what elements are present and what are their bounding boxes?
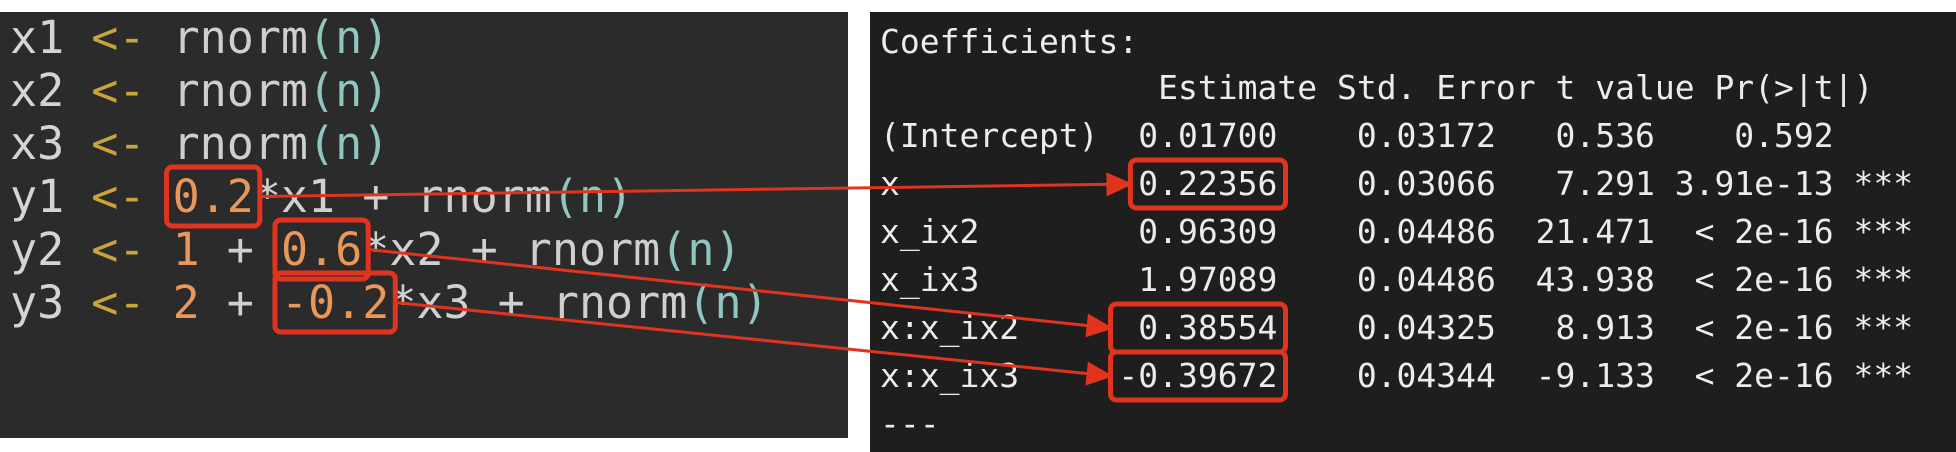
coefficients-header: Estimate Std. Error t value Pr(>|t|) [880,68,1953,107]
assign-operator: <- [64,64,173,117]
code-variable: x1 [10,12,65,64]
paren-open: ( [687,276,715,329]
code-line-y2: y2 <- 1 + 0.6*x2 + rnorm(n) [10,224,742,276]
regression-output-panel: Coefficients: Estimate Std. Error t valu… [870,12,1956,452]
paren-open: ( [660,223,688,276]
function-name: rnorm [551,276,688,329]
signif-separator: --- [880,404,940,443]
coefficients-title: Coefficients: [880,22,1139,61]
code-line-x1: x1 <- rnorm(n) [10,12,389,64]
paren-open: ( [551,170,579,223]
paren-close: ) [606,170,634,223]
function-name: rnorm [172,12,309,64]
paren-open: ( [308,64,336,117]
paren-close: ) [714,223,742,276]
coefficient-literal: 0.6 [280,223,363,276]
code-variable: y3 [10,276,65,329]
assign-operator: <- [64,170,173,223]
code-expression: *x1 + [253,170,417,223]
r-code-panel: x1 <- rnorm(n) x2 <- rnorm(n) x3 <- rnor… [0,12,848,438]
plus-operator: + [199,276,281,329]
coef-row-intercept: (Intercept) 0.01700 0.03172 0.536 0.592 [880,116,1914,155]
coef-row-x-x-ix3: x:x_ix3 -0.39672 0.04344 -9.133 < 2e-16 … [880,356,1914,395]
function-arg: n [578,170,607,223]
assign-operator: <- [64,12,173,64]
paren-open: ( [308,12,336,64]
function-arg: n [687,223,715,276]
coef-row-x-x-ix2: x:x_ix2 0.38554 0.04325 8.913 < 2e-16 **… [880,308,1914,347]
code-line-x3: x3 <- rnorm(n) [10,118,389,170]
code-variable: y1 [10,170,65,223]
paren-close: ) [362,12,390,64]
plus-operator: + [199,223,281,276]
function-arg: n [335,12,363,64]
function-name: rnorm [416,170,552,223]
paren-close: ) [362,117,390,170]
coef-row-x-ix3: x_ix3 1.97089 0.04486 43.938 < 2e-16 *** [880,260,1914,299]
intercept-literal: 2 [172,276,200,329]
code-line-x2: x2 <- rnorm(n) [10,65,389,117]
code-variable: x2 [10,64,65,117]
assign-operator: <- [64,276,173,329]
coefficient-literal: 0.2 [172,170,254,223]
paren-close: ) [741,276,769,329]
function-name: rnorm [172,117,309,170]
coef-row-x-ix2: x_ix2 0.96309 0.04486 21.471 < 2e-16 *** [880,212,1914,251]
intercept-literal: 1 [172,223,200,276]
paren-close: ) [362,64,390,117]
assign-operator: <- [64,223,173,276]
coef-row-x: x 0.22356 0.03066 7.291 3.91e-13 *** [880,164,1914,203]
code-variable: x3 [10,117,65,170]
function-arg: n [335,64,363,117]
code-variable: y2 [10,223,65,276]
assign-operator: <- [64,117,173,170]
paren-open: ( [308,117,336,170]
function-name: rnorm [524,223,661,276]
code-expression: *x2 + [362,223,525,276]
function-arg: n [714,276,742,329]
function-arg: n [335,117,363,170]
coefficient-literal: -0.2 [280,276,390,329]
code-expression: *x3 + [389,276,552,329]
code-line-y1: y1 <- 0.2*x1 + rnorm(n) [10,171,633,223]
function-name: rnorm [172,64,309,117]
code-line-y3: y3 <- 2 + -0.2*x3 + rnorm(n) [10,277,769,329]
